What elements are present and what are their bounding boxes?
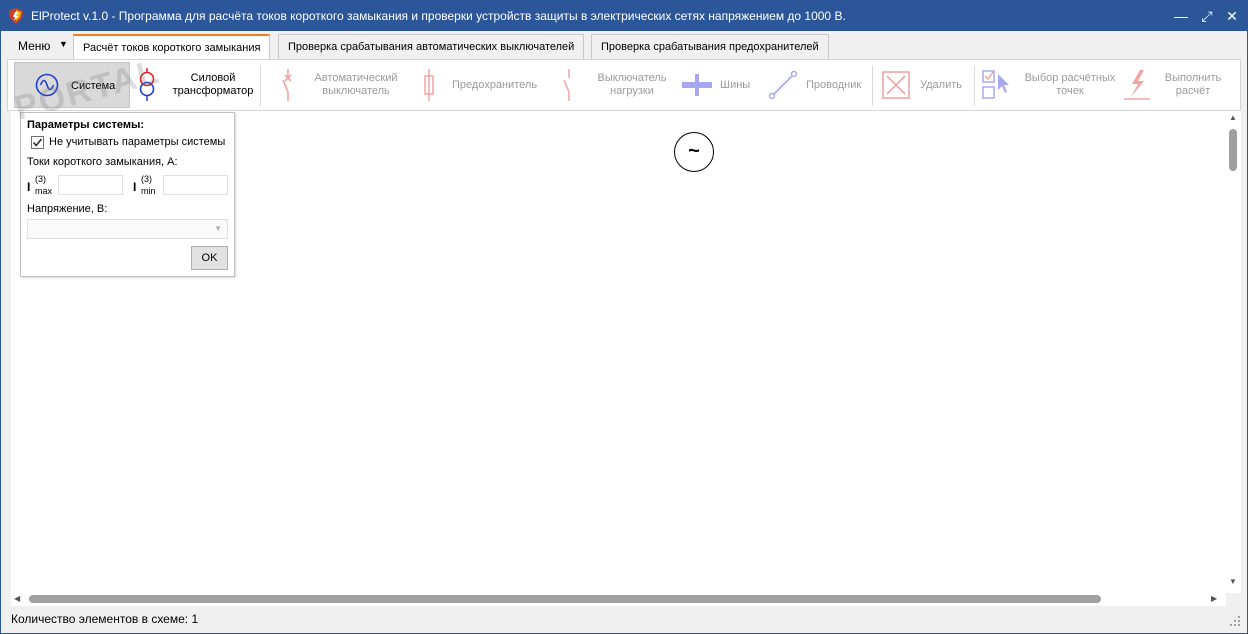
vertical-scroll-thumb[interactable] [1229, 129, 1237, 171]
busbar-icon [682, 74, 712, 96]
fuse-label: Предохранитель [452, 79, 538, 91]
ribbon-separator [872, 66, 873, 106]
breaker-button[interactable]: Автоматический выключатель [270, 60, 400, 110]
system-parameters-panel: Параметры системы: Не учитывать параметр… [20, 112, 235, 277]
imin-subscript: min [141, 186, 156, 196]
menu-button[interactable]: Меню ▼ [9, 35, 73, 57]
transformer-button[interactable]: Силовой трансформатор [134, 60, 254, 110]
ribbon-separator [260, 66, 261, 106]
load-switch-icon [563, 69, 570, 101]
horizontal-scroll-thumb[interactable] [29, 595, 1101, 603]
status-bar: Количество элементов в схеме: 1 [1, 607, 1247, 633]
app-shield-icon [9, 8, 23, 24]
element-count-status: Количество элементов в схеме: 1 [11, 612, 199, 626]
imin-superscript: (3) [141, 174, 152, 184]
tab-breaker-check[interactable]: Проверка срабатывания автоматических вык… [278, 34, 585, 59]
delete-label: Удалить [920, 79, 962, 91]
select-points-icon [982, 70, 1009, 99]
chevron-down-icon: ▼ [214, 224, 222, 233]
ribbon-toolbar: Система Силовой трансформатор Автоматиче… [7, 59, 1241, 111]
window-title: ElProtect v.1.0 - Программа для расчёта … [31, 9, 846, 23]
checkmark-icon [32, 138, 43, 147]
select-points-button[interactable]: Выбор расчётных точек [980, 60, 1120, 110]
imax-superscript: (3) [35, 174, 46, 184]
vertical-scrollbar[interactable]: ▲ ▼ [1226, 111, 1241, 593]
minimize-button[interactable]: — [1170, 6, 1192, 26]
run-label-line1: Выполнить [1164, 72, 1222, 84]
delete-icon [882, 71, 910, 99]
transformer-label-line2: трансформатор [172, 85, 254, 97]
breaker-label-line1: Автоматический [314, 72, 398, 84]
currents-label: Токи короткого замыкания, А: [27, 156, 178, 168]
load-switch-button[interactable]: Выключатель нагрузки [556, 60, 676, 110]
ribbon-separator [974, 66, 975, 106]
delete-button[interactable]: Удалить [880, 60, 970, 110]
breaker-label-line2: выключатель [322, 85, 390, 97]
chevron-down-icon: ▼ [59, 39, 68, 49]
close-button[interactable]: ✕ [1221, 6, 1243, 26]
circuit-breaker-icon [282, 69, 292, 101]
ignore-system-params-label: Не учитывать параметры системы [49, 136, 226, 148]
fuse-icon [424, 69, 434, 101]
resize-grip-icon[interactable] [1229, 615, 1241, 627]
ac-source-icon [35, 73, 59, 97]
horizontal-scrollbar[interactable]: ◀ ▶ [11, 591, 1226, 606]
busbar-button[interactable]: Шины [680, 60, 760, 110]
select-points-label-line1: Выбор расчётных [1024, 72, 1116, 84]
conductor-button[interactable]: Проводник [766, 60, 866, 110]
busbar-label: Шины [720, 79, 751, 91]
scroll-up-icon[interactable]: ▲ [1229, 113, 1237, 122]
ac-source-element[interactable]: ~ [674, 132, 714, 172]
transformer-label-line1: Силовой [190, 72, 236, 84]
system-label: Система [71, 80, 116, 92]
imax-symbol: I [27, 180, 31, 194]
transformer-icon [139, 68, 155, 101]
panel-header: Параметры системы: [27, 119, 145, 131]
fuse-button[interactable]: Предохранитель [416, 60, 546, 110]
tab-bar: Меню ▼ Расчёт токов короткого замыкания … [1, 31, 1247, 60]
conductor-label: Проводник [806, 79, 862, 91]
scroll-down-icon[interactable]: ▼ [1229, 577, 1237, 586]
imin-input[interactable] [163, 175, 228, 195]
voltage-select[interactable]: ▼ [27, 219, 228, 239]
system-button[interactable]: Система [14, 62, 130, 108]
run-calculation-button[interactable]: Выполнить расчёт [1120, 60, 1230, 110]
imax-subscript: max [35, 186, 53, 196]
ignore-system-params-checkbox[interactable] [31, 136, 44, 149]
ok-button[interactable]: OK [191, 246, 228, 270]
load-switch-label-line1: Выключатель [597, 72, 667, 84]
conductor-icon [768, 70, 798, 100]
scroll-left-icon[interactable]: ◀ [14, 594, 20, 603]
tab-fuse-check[interactable]: Проверка срабатывания предохранителей [591, 34, 829, 59]
tab-short-circuit[interactable]: Расчёт токов короткого замыкания [73, 34, 271, 60]
scroll-right-icon[interactable]: ▶ [1211, 594, 1217, 603]
load-switch-label-line2: нагрузки [610, 85, 654, 97]
voltage-label: Напряжение, В: [27, 203, 108, 215]
maximize-button[interactable]: ⤢ [1196, 6, 1218, 26]
run-label-line2: расчёт [1175, 85, 1211, 97]
run-calculation-icon [1124, 70, 1150, 100]
title-bar: ElProtect v.1.0 - Программа для расчёта … [1, 1, 1247, 31]
menu-label: Меню [18, 39, 51, 53]
select-points-label-line2: точек [1056, 85, 1084, 97]
imin-symbol: I [133, 180, 137, 194]
imax-input[interactable] [58, 175, 123, 195]
app-window: ElProtect v.1.0 - Программа для расчёта … [0, 0, 1248, 634]
